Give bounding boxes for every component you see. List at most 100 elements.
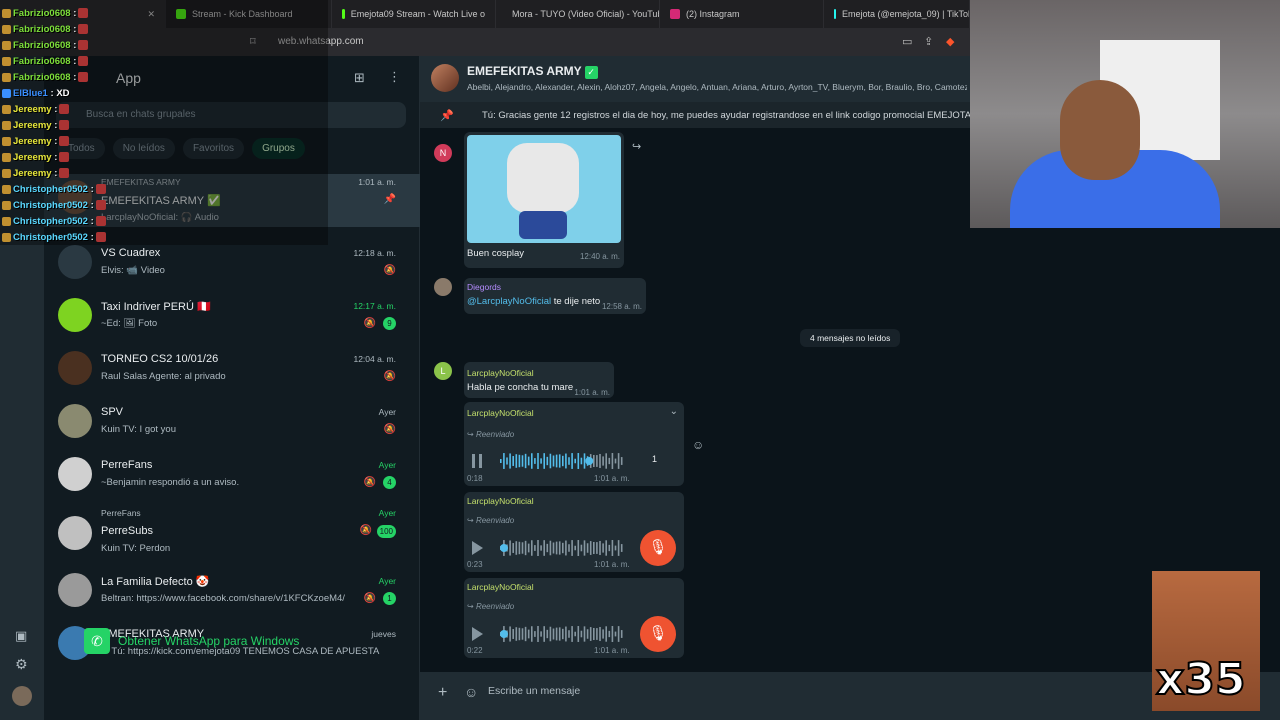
waveform-bar: [543, 540, 545, 556]
mention-link[interactable]: @LarcplayNoOficial: [467, 296, 551, 307]
chat-row[interactable]: La Familia Defecto 🤡 Beltran: https://ww…: [44, 567, 420, 620]
waveform-bar: [586, 629, 589, 639]
waveform-bar: [562, 628, 564, 640]
playhead[interactable]: [585, 457, 594, 465]
sender-name[interactable]: LarcplayNoOficial: [467, 496, 534, 506]
group-avatar[interactable]: [431, 64, 459, 92]
overlay-line: Fabrizio0608 :: [2, 56, 89, 67]
audio-waveform[interactable]: [500, 452, 624, 470]
browser-tab-kick-stream[interactable]: Emejota09 Stream - Watch Live o: [332, 0, 496, 28]
playhead[interactable]: [500, 630, 508, 638]
avatar: [58, 457, 92, 491]
waveform-bar: [583, 540, 586, 556]
waveform-bar: [605, 453, 607, 469]
avatar: [58, 298, 92, 332]
cast-icon[interactable]: ▭: [902, 35, 912, 48]
brave-icon[interactable]: ◆: [946, 35, 954, 48]
sender-name[interactable]: Diegords: [467, 282, 501, 292]
forward-icon[interactable]: ↪: [632, 140, 641, 153]
waveform-bar: [527, 456, 530, 466]
chat-row[interactable]: PerreFans ~Benjamin respondió a un aviso…: [44, 451, 420, 504]
waveform-bar: [586, 543, 589, 553]
play-button[interactable]: [472, 541, 483, 555]
waveform-bar: [540, 458, 542, 464]
pause-button[interactable]: [472, 454, 482, 468]
chat-name: TORNEO CS2 10/01/26: [101, 353, 219, 365]
audio-waveform[interactable]: [500, 539, 624, 557]
waveform-bar: [611, 626, 614, 642]
browser-tab-instagram[interactable]: (2) Instagram: [660, 0, 824, 28]
sender-name[interactable]: LarcplayNoOficial: [467, 582, 534, 592]
playback-speed[interactable]: 1: [652, 454, 657, 464]
chat-preview: Kuin TV: I got you: [101, 424, 176, 435]
overlay-line: Fabrizio0608 :: [2, 40, 89, 51]
image-message[interactable]: Buen cosplay 12:40 a. m.: [464, 132, 624, 268]
audio-waveform[interactable]: [500, 625, 624, 643]
emoji-react-icon[interactable]: ☺: [692, 438, 704, 452]
overlay-line: Jereemy :: [2, 136, 70, 147]
profile-avatar[interactable]: [12, 686, 32, 706]
overlay-line: ElBlue1 : XD: [2, 88, 70, 99]
text-message[interactable]: Diegords @LarcplayNoOficial te dije neto…: [464, 278, 646, 314]
mute-icon: 🔕: [363, 477, 376, 488]
menu-icon[interactable]: ⋮: [388, 69, 401, 85]
waveform-bar: [599, 626, 601, 642]
browser-tab-tiktok[interactable]: Emejota (@emejota_09) | TikTok: [824, 0, 970, 28]
unread-divider: 4 mensajes no leídos: [800, 329, 901, 347]
chat-row[interactable]: VS Cuadrex Elvis: 📹 Video 12:18 a. m. 🔕: [44, 239, 420, 292]
waveform-bar: [546, 543, 549, 553]
avatar: L: [434, 362, 452, 380]
waveform-bar: [611, 540, 614, 556]
pinned-message[interactable]: 📌 Tú: Gracias gente 12 registros el dia …: [420, 102, 970, 128]
member-list: Abelbi, Alejandro, Alexander, Alexin, Al…: [467, 82, 967, 92]
sender-name[interactable]: LarcplayNoOficial: [467, 408, 534, 418]
waveform-bar: [605, 540, 607, 556]
unread-badge: 100: [376, 525, 396, 538]
sticker-icon[interactable]: ☺: [464, 684, 478, 700]
chat-name: La Familia Defecto 🤡: [101, 576, 210, 588]
chat-row[interactable]: TORNEO CS2 10/01/26 Raul Salas Agente: a…: [44, 345, 420, 398]
browser-tab-youtube[interactable]: Mora - TUYO (Video Oficial) - YouTub: [496, 0, 660, 28]
waveform-bar: [565, 453, 567, 469]
waveform-bar: [568, 457, 570, 465]
stream-chat-overlay: Fabrizio0608 : Fabrizio0608 : Fabrizio06…: [0, 0, 328, 245]
waveform-bar: [602, 629, 604, 639]
play-button[interactable]: [472, 627, 483, 641]
get-whatsapp-label: Obtener WhatsApp para Windows: [118, 634, 300, 648]
chat-row[interactable]: SPV Kuin TV: I got you Ayer 🔕: [44, 398, 420, 451]
conversation-header[interactable]: EMEFEKITAS ARMY ✓ Abelbi, Alejandro, Alex…: [420, 56, 970, 102]
waveform-bar: [596, 455, 598, 467]
waveform-bar: [531, 626, 533, 642]
new-chat-icon[interactable]: ⊞: [354, 70, 365, 86]
avatar: [58, 404, 92, 438]
audio-duration: 0:23: [467, 560, 483, 569]
meme-counter: x35: [1155, 653, 1247, 706]
waveform-bar: [515, 454, 518, 468]
playhead[interactable]: [500, 544, 508, 552]
chat-row[interactable]: PerreFans PerreSubs Kuin TV: Perdon Ayer…: [44, 504, 420, 566]
chat-time: 12:18 a. m.: [353, 248, 396, 258]
share-icon[interactable]: ⇪: [924, 35, 933, 48]
chat-row[interactable]: Taxi Indriver PERÚ 🇵🇪 ~Ed: 🖼 Foto 12:17 …: [44, 292, 420, 345]
webcam-overlay: [970, 0, 1280, 228]
message-input[interactable]: Escribe un mensaje: [488, 685, 580, 697]
audio-message[interactable]: LarcplayNoOficial ↪ Reenviado 🎙 0:22 1:0…: [464, 578, 684, 658]
media-icon[interactable]: ▣: [15, 628, 27, 644]
forwarded-label: ↪ Reenviado: [467, 516, 515, 525]
chevron-down-icon[interactable]: ⌄: [670, 406, 678, 417]
waveform-bar: [565, 540, 567, 556]
mute-icon: 🔕: [383, 265, 396, 276]
pin-icon: 📌: [440, 110, 454, 122]
settings-icon[interactable]: ⚙: [15, 656, 28, 673]
image-caption: Buen cosplay: [467, 248, 525, 259]
sender-name[interactable]: LarcplayNoOficial: [467, 368, 534, 378]
mute-icon: 🔕: [383, 371, 396, 382]
audio-message[interactable]: LarcplayNoOficial ↪ Reenviado 🎙 0:23 1:0…: [464, 492, 684, 572]
plus-icon[interactable]: +: [438, 684, 447, 702]
message-image[interactable]: [467, 135, 621, 243]
waveform-bar: [611, 453, 614, 469]
waveform-bar: [593, 627, 595, 641]
text-message[interactable]: LarcplayNoOficial Habla pe concha tu mar…: [464, 362, 614, 398]
get-whatsapp-link[interactable]: ✆ Obtener WhatsApp para Windows: [84, 628, 299, 654]
audio-message[interactable]: LarcplayNoOficial ⌄ ↪ Reenviado 1 0:18 1…: [464, 402, 684, 486]
